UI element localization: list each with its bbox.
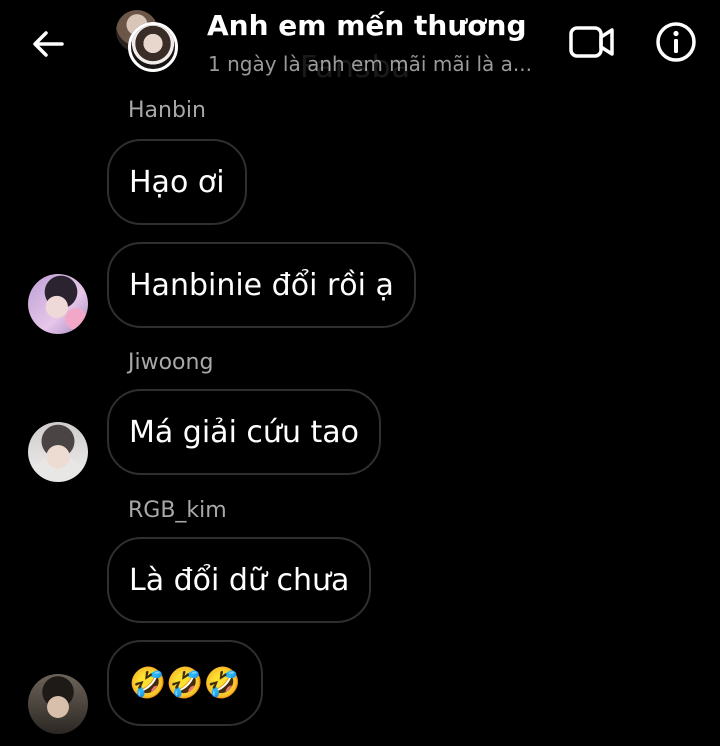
message-text: 🤣🤣🤣 [129,665,242,701]
video-call-button[interactable] [568,22,616,62]
group-avatar[interactable] [112,10,182,76]
avatar-rgb-kim[interactable] [28,674,88,734]
message-bubble[interactable]: Là đổi dữ chưa [107,537,372,623]
message-text: Là đổi dữ chưa [129,562,350,598]
message-bubble[interactable]: Hanbinie đổi rồi ạ [107,242,416,328]
info-button[interactable] [654,20,698,64]
sender-name: Jiwoong [128,350,214,375]
message-bubble[interactable]: Má giải cứu tao [107,389,381,475]
message-text: Hanbinie đổi rồi ạ [129,267,394,303]
chat-title[interactable]: Anh em mến thương [207,9,527,42]
group-avatar-ring [128,22,178,72]
back-button[interactable] [28,24,68,64]
info-icon [656,22,696,62]
arrow-left-icon [33,31,64,57]
message-text: Má giải cứu tao [129,414,359,450]
avatar-hanbin[interactable] [28,274,88,334]
message-bubble[interactable]: 🤣🤣🤣 [107,640,264,726]
chat-header: Anh em mến thương 1 ngày là anh em mãi m… [0,0,720,90]
avatar-jiwoong[interactable] [28,422,88,482]
message-bubble[interactable]: Hạo ơi [107,139,247,225]
video-camera-icon [569,26,614,58]
watermark: Fansba [300,50,411,85]
message-text: Hạo ơi [129,164,225,200]
sender-name: Hanbin [128,98,206,123]
sender-name: RGB_kim [128,498,227,523]
